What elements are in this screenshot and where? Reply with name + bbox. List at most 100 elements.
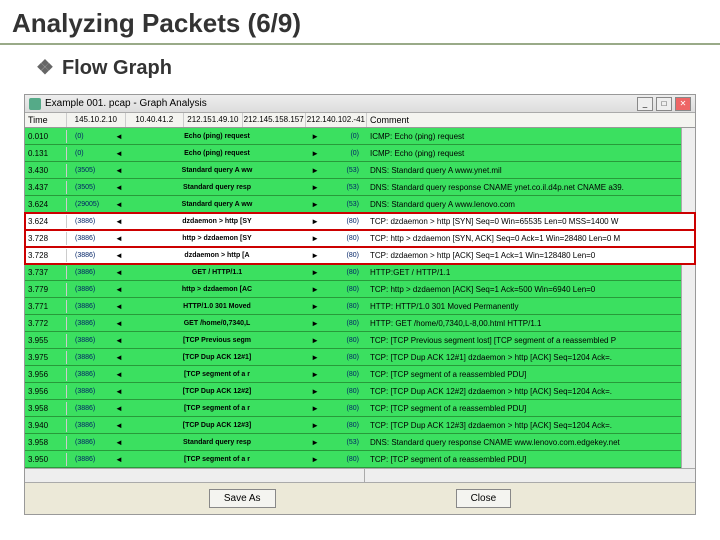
flow-row[interactable]: 3.737(3886)◄GET / HTTP/1.1►(80)HTTP:GET … <box>25 264 695 281</box>
save-as-button[interactable]: Save As <box>209 489 276 508</box>
flow-message: [TCP segment of a r <box>67 405 367 412</box>
flow-row[interactable]: 3.624(29005)◄Standard query A ww►(53)DNS… <box>25 196 695 213</box>
minimize-button[interactable]: _ <box>637 97 653 111</box>
header-ip-2: 212.151.49.10 <box>184 113 243 127</box>
flow-row[interactable]: 3.624(3886)◄dzdaemon > http [SY►(80)TCP:… <box>25 213 695 230</box>
header-ips: 145.10.2.10 10.40.41.2 212.151.49.10 212… <box>67 113 367 127</box>
flow-row[interactable]: 0.131(0)◄Echo (ping) request►(0)ICMP: Ec… <box>25 145 695 162</box>
row-comment: DNS: Standard query A www.ynet.mil <box>367 164 695 177</box>
flow-row[interactable]: 3.430(3505)◄Standard query A ww►(53)DNS:… <box>25 162 695 179</box>
arrow-right-icon: ► <box>311 404 319 413</box>
row-time: 3.940 <box>25 419 67 432</box>
row-flow: (29005)◄Standard query A ww►(53) <box>67 196 367 212</box>
row-comment: DNS: Standard query A www.lenovo.com <box>367 198 695 211</box>
arrow-left-icon: ◄ <box>115 421 123 430</box>
row-time: 3.956 <box>25 368 67 381</box>
port-left: (3505) <box>75 167 95 174</box>
port-left: (29005) <box>75 201 99 208</box>
arrow-right-icon: ► <box>311 234 319 243</box>
port-right: (80) <box>347 422 359 429</box>
arrow-left-icon: ◄ <box>115 353 123 362</box>
row-comment: HTTP: GET /home/0,7340,L-8,00.html HTTP/… <box>367 317 695 330</box>
row-comment: TCP: [TCP segment of a reassembled PDU] <box>367 368 695 381</box>
bullet-icon: ❖ <box>36 57 54 79</box>
flow-row[interactable]: 3.955(3886)◄[TCP Previous segm►(80)TCP: … <box>25 332 695 349</box>
row-flow: (3886)◄GET /home/0,7340,L►(80) <box>67 315 367 331</box>
header-ip-4: 212.140.102.-41 <box>306 113 367 127</box>
maximize-button[interactable]: □ <box>656 97 672 111</box>
flow-row[interactable]: 3.728(3886)◄dzdaemon > http [A►(80)TCP: … <box>25 247 695 264</box>
row-comment: TCP: [TCP segment of a reassembled PDU] <box>367 453 695 466</box>
flow-row[interactable]: 3.772(3886)◄GET /home/0,7340,L►(80)HTTP:… <box>25 315 695 332</box>
header-ip-0: 145.10.2.10 <box>67 113 126 127</box>
flow-row[interactable]: 3.975(3886)◄[TCP Dup ACK 12#1]►(80)TCP: … <box>25 349 695 366</box>
flow-row[interactable]: 3.779(3886)◄http > dzdaemon [AC►(80)TCP:… <box>25 281 695 298</box>
row-comment: TCP: [TCP Dup ACK 12#2] dzdaemon > http … <box>367 385 695 398</box>
arrow-right-icon: ► <box>311 319 319 328</box>
arrow-right-icon: ► <box>311 251 319 260</box>
flow-row[interactable]: 3.950(3886)◄[TCP segment of a r►(80)TCP:… <box>25 451 695 468</box>
flow-row[interactable]: 3.728(3886)◄http > dzdaemon [SY►(80)TCP:… <box>25 230 695 247</box>
row-comment: ICMP: Echo (ping) request <box>367 130 695 143</box>
slide-subtitle: ❖Flow Graph <box>0 45 720 86</box>
port-left: (3886) <box>75 269 95 276</box>
flow-message: [TCP Dup ACK 12#3] <box>67 422 367 429</box>
close-window-button[interactable]: ✕ <box>675 97 691 111</box>
flow-row[interactable]: 3.958(3886)◄[TCP segment of a r►(80)TCP:… <box>25 400 695 417</box>
port-left: (0) <box>75 133 84 140</box>
flow-row[interactable]: 3.956(3886)◄[TCP Dup ACK 12#2]►(80)TCP: … <box>25 383 695 400</box>
flow-row[interactable]: 3.958(3886)◄Standard query resp►(53)DNS:… <box>25 434 695 451</box>
row-time: 3.956 <box>25 385 67 398</box>
arrow-right-icon: ► <box>311 387 319 396</box>
flow-rows[interactable]: 0.010(0)◄Echo (ping) request►(0)ICMP: Ec… <box>25 128 695 468</box>
row-flow: (3886)◄http > dzdaemon [SY►(80) <box>67 230 367 246</box>
row-time: 3.624 <box>25 198 67 211</box>
row-flow: (3886)◄GET / HTTP/1.1►(80) <box>67 264 367 280</box>
row-time: 0.010 <box>25 130 67 143</box>
row-flow: (3886)◄[TCP segment of a r►(80) <box>67 366 367 382</box>
arrow-left-icon: ◄ <box>115 149 123 158</box>
hscroll-left-pane[interactable] <box>25 469 365 482</box>
arrow-left-icon: ◄ <box>115 251 123 260</box>
row-flow: (0)◄Echo (ping) request►(0) <box>67 145 367 161</box>
arrow-right-icon: ► <box>311 421 319 430</box>
flow-row[interactable]: 0.010(0)◄Echo (ping) request►(0)ICMP: Ec… <box>25 128 695 145</box>
vertical-scrollbar[interactable] <box>681 128 695 468</box>
header-ip-3: 212.145.158.157 <box>243 113 306 127</box>
horizontal-scrollbar[interactable] <box>25 468 695 482</box>
row-flow: (3886)◄[TCP Dup ACK 12#2]►(80) <box>67 383 367 399</box>
row-time: 3.950 <box>25 453 67 466</box>
row-flow: (3886)◄[TCP Previous segm►(80) <box>67 332 367 348</box>
row-flow: (3886)◄[TCP Dup ACK 12#3]►(80) <box>67 417 367 433</box>
hscroll-right-pane[interactable] <box>365 469 695 482</box>
port-right: (80) <box>347 235 359 242</box>
port-right: (0) <box>350 133 359 140</box>
row-time: 3.624 <box>25 215 67 228</box>
row-comment: DNS: Standard query response CNAME ynet.… <box>367 181 695 194</box>
port-right: (80) <box>347 456 359 463</box>
row-time: 3.772 <box>25 317 67 330</box>
row-flow: (3886)◄[TCP segment of a r►(80) <box>67 451 367 467</box>
arrow-left-icon: ◄ <box>115 387 123 396</box>
flow-row[interactable]: 3.437(3505)◄Standard query resp►(53)DNS:… <box>25 179 695 196</box>
arrow-right-icon: ► <box>311 217 319 226</box>
arrow-right-icon: ► <box>311 149 319 158</box>
row-comment: TCP: dzdaemon > http [ACK] Seq=1 Ack=1 W… <box>367 249 695 262</box>
row-comment: DNS: Standard query response CNAME www.l… <box>367 436 695 449</box>
row-flow: (3886)◄HTTP/1.0 301 Moved►(80) <box>67 298 367 314</box>
arrow-right-icon: ► <box>311 336 319 345</box>
row-time: 3.955 <box>25 334 67 347</box>
port-left: (3886) <box>75 337 95 344</box>
titlebar[interactable]: Example 001. pcap - Graph Analysis _ □ ✕ <box>25 95 695 113</box>
flow-row[interactable]: 3.771(3886)◄HTTP/1.0 301 Moved►(80)HTTP:… <box>25 298 695 315</box>
arrow-right-icon: ► <box>311 200 319 209</box>
arrow-right-icon: ► <box>311 268 319 277</box>
arrow-left-icon: ◄ <box>115 302 123 311</box>
flow-message: [TCP segment of a r <box>67 456 367 463</box>
flow-row[interactable]: 3.940(3886)◄[TCP Dup ACK 12#3]►(80)TCP: … <box>25 417 695 434</box>
flow-row[interactable]: 3.956(3886)◄[TCP segment of a r►(80)TCP:… <box>25 366 695 383</box>
flow-message: Echo (ping) request <box>67 133 367 140</box>
close-button[interactable]: Close <box>456 489 512 508</box>
port-left: (3886) <box>75 439 95 446</box>
port-left: (3505) <box>75 184 95 191</box>
